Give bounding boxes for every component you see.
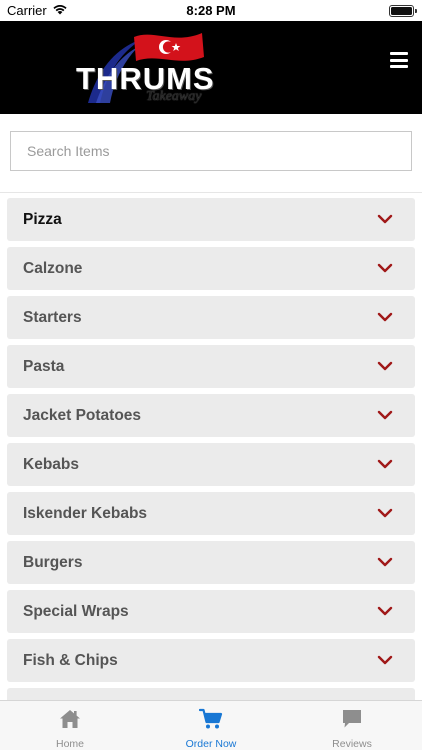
status-bar: Carrier 8:28 PM (0, 0, 422, 21)
category-label: Starters (23, 309, 82, 326)
category-item-pasta[interactable]: Pasta (7, 345, 415, 388)
search-bar (10, 131, 412, 171)
category-item-partial[interactable] (7, 688, 415, 700)
category-label: Special Wraps (23, 603, 129, 620)
logo-subtext: Takeaway (146, 89, 202, 104)
chevron-down-icon (377, 655, 393, 665)
tab-label: Home (55, 738, 84, 750)
category-item-starters[interactable]: Starters (7, 296, 415, 339)
chevron-down-icon (377, 459, 393, 469)
category-label: Calzone (23, 260, 83, 277)
chevron-down-icon (377, 263, 393, 273)
battery-icon (389, 5, 417, 17)
category-item-jacket-potatoes[interactable]: Jacket Potatoes (7, 394, 415, 437)
category-item-pizza[interactable]: Pizza (7, 198, 415, 241)
restaurant-logo[interactable]: THRUMS Takeaway (74, 27, 234, 111)
chevron-down-icon (377, 557, 393, 567)
tab-order-now[interactable]: Order Now (141, 701, 281, 750)
chat-bubble-icon (343, 710, 361, 728)
category-item-fish-and-chips[interactable]: Fish & Chips (7, 639, 415, 682)
chevron-down-icon (377, 361, 393, 371)
search-input[interactable] (10, 131, 412, 171)
category-label: Burgers (23, 554, 83, 571)
category-item-iskender-kebabs[interactable]: Iskender Kebabs (7, 492, 415, 535)
category-label: Kebabs (23, 456, 79, 473)
home-icon (60, 710, 80, 728)
chevron-down-icon (377, 508, 393, 518)
category-label: Jacket Potatoes (23, 407, 142, 424)
category-item-kebabs[interactable]: Kebabs (7, 443, 415, 486)
tab-home[interactable]: Home (0, 701, 140, 750)
chevron-down-icon (377, 214, 393, 224)
category-label: Pasta (23, 358, 65, 375)
bottom-tab-bar: Home Order Now Reviews (0, 700, 422, 750)
tab-label: Order Now (185, 738, 237, 750)
hamburger-menu-icon[interactable] (390, 52, 408, 68)
chevron-down-icon (377, 410, 393, 420)
category-label: Iskender Kebabs (23, 505, 148, 522)
category-item-burgers[interactable]: Burgers (7, 541, 415, 584)
category-label: Pizza (23, 211, 62, 228)
chevron-down-icon (377, 312, 393, 322)
clock: 8:28 PM (186, 3, 236, 18)
category-list[interactable]: Pizza Calzone Starters Pasta Jacket Pota… (0, 192, 422, 700)
tab-reviews[interactable]: Reviews (282, 701, 422, 750)
category-label: Fish & Chips (23, 652, 118, 669)
category-item-special-wraps[interactable]: Special Wraps (7, 590, 415, 633)
category-item-calzone[interactable]: Calzone (7, 247, 415, 290)
app-header: THRUMS Takeaway (0, 21, 422, 114)
tab-label: Reviews (332, 738, 372, 750)
chevron-down-icon (377, 606, 393, 616)
cart-icon (199, 708, 223, 729)
